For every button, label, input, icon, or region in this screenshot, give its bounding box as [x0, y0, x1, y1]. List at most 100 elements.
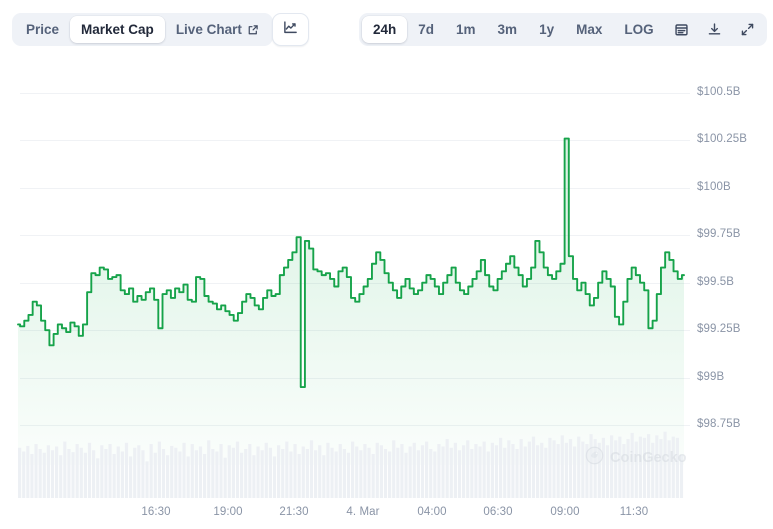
volume-bar — [260, 450, 264, 498]
range-24h[interactable]: 24h — [362, 16, 408, 43]
volume-bar — [22, 451, 26, 498]
volume-bar — [42, 452, 46, 498]
volume-bar — [433, 451, 437, 498]
volume-bar — [400, 444, 404, 498]
volume-bar — [141, 450, 145, 498]
volume-bar — [55, 446, 59, 498]
volume-bar — [568, 439, 573, 498]
volume-bar — [429, 449, 433, 498]
volume-bar — [161, 449, 166, 498]
volume-bar — [223, 457, 227, 498]
external-link-icon — [247, 24, 259, 36]
volume-bar — [531, 436, 536, 498]
volume-bar — [499, 437, 503, 498]
volume-bar — [601, 437, 605, 498]
chart-canvas[interactable] — [0, 60, 773, 529]
scale-log-label: LOG — [624, 22, 654, 37]
volume-bar — [277, 445, 281, 498]
volume-bar — [655, 435, 659, 498]
range-7d[interactable]: 7d — [407, 16, 445, 43]
volume-bar — [281, 449, 285, 498]
volume-bar — [634, 441, 638, 498]
volume-bar — [359, 450, 363, 498]
range-3m[interactable]: 3m — [487, 16, 529, 43]
volume-bar — [556, 444, 560, 498]
volume-bar — [26, 445, 30, 498]
volume-bar — [137, 445, 141, 498]
volume-bar — [371, 453, 375, 498]
range-24h-label: 24h — [373, 22, 397, 37]
volume-bar — [174, 447, 178, 498]
volume-bar — [186, 456, 190, 498]
range-1m-label: 1m — [456, 22, 476, 37]
volume-bar — [449, 447, 453, 498]
range-max-label: Max — [576, 22, 603, 37]
volume-bar — [133, 447, 137, 498]
volume-bar — [478, 446, 482, 498]
range-1m[interactable]: 1m — [445, 16, 487, 43]
volume-bar — [231, 447, 235, 498]
volume-bar — [388, 451, 392, 498]
volume-bar — [75, 444, 79, 498]
volume-bar — [30, 453, 34, 498]
range-1y[interactable]: 1y — [528, 16, 565, 43]
tab-price[interactable]: Price — [15, 16, 70, 43]
volume-bar — [667, 440, 671, 498]
volume-bar — [59, 455, 63, 498]
volume-bar — [34, 444, 38, 498]
volume-bar — [326, 442, 330, 498]
volume-bar — [638, 436, 642, 498]
volume-bar — [104, 449, 108, 498]
volume-bar — [457, 450, 462, 498]
tab-live-chart[interactable]: Live Chart — [165, 16, 270, 43]
volume-bar — [157, 441, 161, 498]
calendar-button[interactable] — [665, 16, 698, 43]
volume-bar — [92, 450, 96, 498]
x-axis-label: 19:00 — [213, 506, 243, 518]
tab-live-chart-label: Live Chart — [175, 22, 242, 37]
volume-bar — [198, 446, 203, 498]
expand-button[interactable] — [731, 16, 764, 43]
y-axis-label: $98.75B — [697, 418, 741, 430]
y-axis-label: $99.5B — [697, 275, 735, 288]
volume-bar — [589, 434, 593, 498]
volume-bar — [166, 455, 170, 498]
volume-bar — [519, 439, 523, 498]
range-max[interactable]: Max — [565, 16, 613, 43]
volume-bar — [630, 432, 634, 498]
volume-bar — [486, 451, 490, 498]
volume-bar — [71, 452, 75, 498]
volume-bar — [441, 446, 445, 498]
volume-bar — [453, 442, 457, 498]
volume-bar — [149, 444, 153, 498]
volume-bar — [552, 440, 556, 498]
volume-bar — [46, 445, 50, 498]
volume-bar — [610, 435, 614, 498]
volume-bar — [622, 444, 626, 498]
download-button[interactable] — [698, 16, 731, 43]
tab-market-cap[interactable]: Market Cap — [70, 16, 165, 43]
volume-bar — [466, 440, 470, 498]
x-axis-label: 06:30 — [483, 506, 513, 518]
volume-bar — [383, 449, 388, 498]
chart-type-button[interactable] — [272, 13, 309, 46]
volume-bar — [314, 450, 318, 498]
y-axis-label: $100.5B — [697, 86, 741, 98]
volume-bar — [503, 447, 507, 498]
volume-bar — [548, 437, 552, 498]
chart-area[interactable]: CoinGecko $100.5B $100.25B $100B $99.75B $99… — [0, 60, 773, 529]
volume-bar — [523, 446, 527, 498]
volume-bar — [474, 444, 478, 498]
range-1y-label: 1y — [539, 22, 555, 37]
volume-bar — [420, 445, 425, 498]
volume-bar — [322, 455, 326, 498]
scale-log-toggle[interactable]: LOG — [613, 16, 664, 43]
volume-bar — [116, 446, 120, 498]
volume-bar — [182, 442, 186, 498]
volume-bar — [248, 444, 252, 498]
volume-bar — [425, 441, 429, 498]
volume-bar — [577, 436, 581, 498]
volume-bar — [96, 458, 100, 498]
volume-bar — [490, 442, 494, 498]
tab-price-label: Price — [26, 22, 60, 37]
